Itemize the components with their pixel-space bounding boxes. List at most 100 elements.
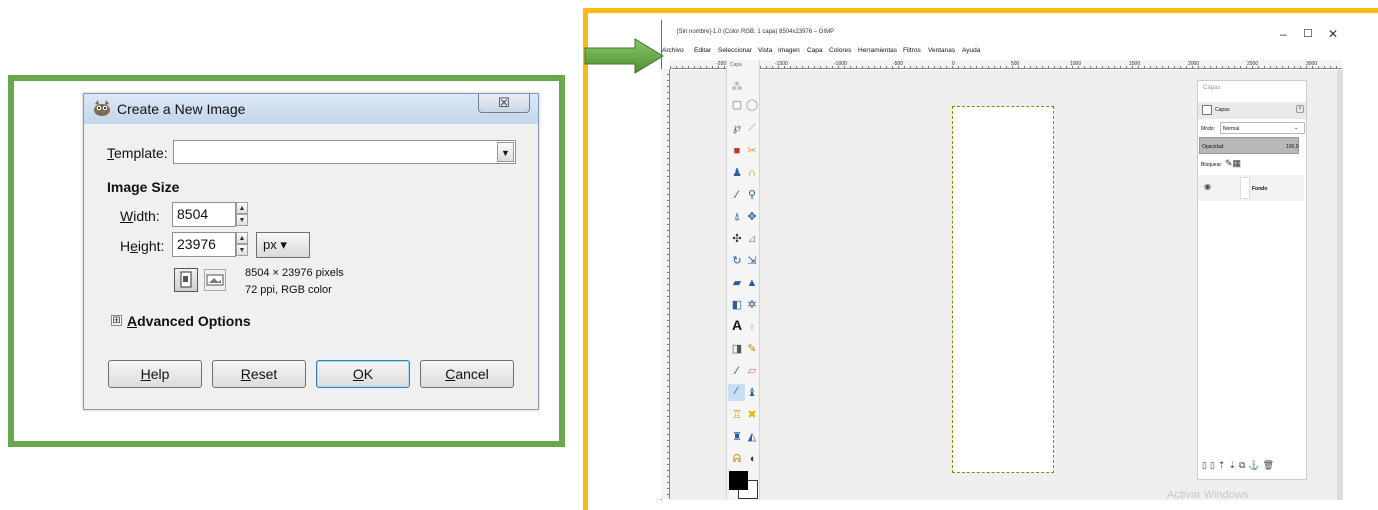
width-increment-icon[interactable]: ▲ xyxy=(236,202,248,214)
template-dropdown-arrow-icon[interactable]: ▼ xyxy=(497,142,514,162)
menu-editar[interactable]: Editar xyxy=(694,47,711,54)
chevron-down-icon[interactable]: ⌄ xyxy=(1294,125,1298,131)
layer-row[interactable] xyxy=(1198,175,1304,201)
ruler-label: -1500 xyxy=(775,61,788,67)
ruler-label: 3000 xyxy=(1306,61,1318,67)
blur-icon[interactable]: ◭ xyxy=(745,430,759,444)
paths-icon[interactable]: ∩ xyxy=(745,166,759,180)
color-select-icon[interactable]: ■ xyxy=(730,144,744,158)
toolbox-title: Capa xyxy=(730,62,742,68)
close-tab-icon[interactable]: × xyxy=(1296,105,1304,113)
height-input[interactable]: 23976 xyxy=(172,232,236,257)
lasso-icon[interactable]: ℘ xyxy=(730,121,744,135)
menu-capa[interactable]: Capa xyxy=(807,47,823,54)
dodge-burn-icon[interactable]: ◖ xyxy=(745,452,759,466)
blend-icon[interactable]: ◨ xyxy=(730,342,744,356)
pointer-arrow-icon xyxy=(584,38,664,74)
template-label-rest: emplate: xyxy=(114,145,168,161)
menu-seleccionar[interactable]: Seleccionar xyxy=(718,47,752,54)
align-icon[interactable]: ✣ xyxy=(730,232,744,246)
brush-preview-icon[interactable]: ⁂ xyxy=(730,80,744,94)
template-combobox[interactable] xyxy=(173,140,516,164)
lock-label: Bloquear: xyxy=(1201,162,1223,168)
smudge-icon[interactable]: ᕱ xyxy=(730,452,744,466)
ink-icon[interactable]: ♝ xyxy=(745,386,759,400)
advanced-options-toggle[interactable]: Advanced Options xyxy=(127,313,251,329)
rect-select-icon[interactable]: ▢ xyxy=(730,98,744,112)
paintbrush-icon[interactable]: ⁄ xyxy=(730,364,744,378)
unit-select[interactable]: px ▾ xyxy=(256,232,310,258)
flip-icon[interactable]: ◧ xyxy=(730,298,744,312)
color-picker-icon[interactable]: ⁄ xyxy=(730,188,744,202)
ruler-label: -1000 xyxy=(834,61,847,67)
layers-footer-buttons[interactable]: ▯▯⇡⇣⧉⚓🗑 xyxy=(1202,460,1277,471)
portrait-icon xyxy=(180,271,192,288)
perspective-clone-icon[interactable]: ♜ xyxy=(730,430,744,444)
menu-ayuda[interactable]: Ayuda xyxy=(962,47,980,54)
move-icon[interactable]: ✥ xyxy=(745,210,759,224)
reset-button[interactable]: Reset xyxy=(212,360,306,388)
eraser-icon[interactable]: ▱ xyxy=(745,364,759,378)
minimize-button[interactable]: – xyxy=(1280,27,1287,41)
menu-imagen[interactable]: Imagen xyxy=(778,47,800,54)
layer-thumbnail xyxy=(1240,177,1250,199)
menu-filtros[interactable]: Filtros xyxy=(903,47,921,54)
perspective-icon[interactable]: ▲ xyxy=(745,276,759,290)
close-button[interactable]: ✕ xyxy=(1328,27,1338,41)
ellipse-select-icon[interactable]: ◯ xyxy=(745,98,759,112)
ruler-label: 1500 xyxy=(1129,61,1141,67)
height-label: Height: xyxy=(120,238,165,254)
lock-pixels-icon[interactable]: ✎▦ xyxy=(1225,158,1241,169)
template-label: Template: xyxy=(107,145,168,161)
zoom-icon[interactable]: ⚲ xyxy=(745,188,759,202)
ruler-label: 2000 xyxy=(1188,61,1200,67)
landscape-orientation-button[interactable] xyxy=(204,269,226,291)
image-canvas[interactable] xyxy=(952,106,1054,473)
crop-icon[interactable]: ⊿ xyxy=(745,232,759,246)
layers-dock-title: Capas xyxy=(1203,85,1221,91)
height-increment-icon[interactable]: ▲ xyxy=(236,232,248,244)
heal-icon[interactable]: ✖ xyxy=(745,408,759,422)
expand-icon[interactable]: ⊞ xyxy=(111,315,122,326)
menu-vista[interactable]: Vista xyxy=(758,47,772,54)
portrait-orientation-button[interactable] xyxy=(174,268,198,292)
width-label: Width: xyxy=(120,208,160,224)
width-input[interactable]: 8504 xyxy=(172,202,236,227)
mode-value: Normal xyxy=(1223,126,1240,132)
visibility-eye-icon[interactable]: ◉ xyxy=(1204,182,1211,191)
text-tool-icon[interactable]: A xyxy=(730,318,744,332)
vertical-ruler[interactable] xyxy=(661,69,670,499)
cancel-button[interactable]: Cancel xyxy=(420,360,514,388)
height-decrement-icon[interactable]: ▼ xyxy=(236,244,248,256)
shear-icon[interactable]: ▰ xyxy=(730,276,744,290)
rotate-icon[interactable]: ↻ xyxy=(730,254,744,268)
width-decrement-icon[interactable]: ▼ xyxy=(236,214,248,226)
menu-ventanas[interactable]: Ventanas xyxy=(928,47,955,54)
dialog-close-button[interactable]: ☒ xyxy=(478,94,530,113)
maximize-button[interactable]: ☐ xyxy=(1303,27,1313,40)
image-resolution-info: 72 ppi, RGB color xyxy=(245,284,332,296)
scale-icon[interactable]: ⇲ xyxy=(745,254,759,268)
airbrush-icon[interactable]: ⁄ xyxy=(728,384,745,401)
vertical-scrollbar[interactable] xyxy=(1337,70,1343,500)
ruler-label: 2500 xyxy=(1247,61,1259,67)
gimp-window-title: [Sin nombre]-1.0 (Color RGB, 1 capa) 850… xyxy=(677,29,835,35)
cage-transform-icon[interactable]: ✲ xyxy=(745,298,759,312)
menu-colores[interactable]: Colores xyxy=(829,47,851,54)
menu-archivo[interactable]: Archivo xyxy=(662,47,684,54)
pencil-icon[interactable]: ✎ xyxy=(745,342,759,356)
ruler-label: 0 xyxy=(952,61,955,67)
menu-herramientas[interactable]: Herramientas xyxy=(858,47,897,54)
opacity-value: 100,0 xyxy=(1286,144,1299,150)
fuzzy-select-icon[interactable]: ⟋ xyxy=(745,121,759,135)
horizontal-ruler[interactable] xyxy=(670,60,1342,69)
help-button[interactable]: Help xyxy=(108,360,202,388)
bucket-fill-icon[interactable]: ♁ xyxy=(745,320,759,334)
foreground-color-swatch[interactable] xyxy=(729,471,748,490)
measure-icon[interactable]: ⍋ xyxy=(730,210,744,224)
scissors-icon[interactable]: ✂ xyxy=(745,144,759,158)
clone-icon[interactable]: ♖ xyxy=(730,408,744,422)
ok-button[interactable]: OK xyxy=(316,360,410,388)
foreground-select-icon[interactable]: ♟ xyxy=(730,166,744,180)
opacity-label: Opacidad xyxy=(1202,144,1224,150)
